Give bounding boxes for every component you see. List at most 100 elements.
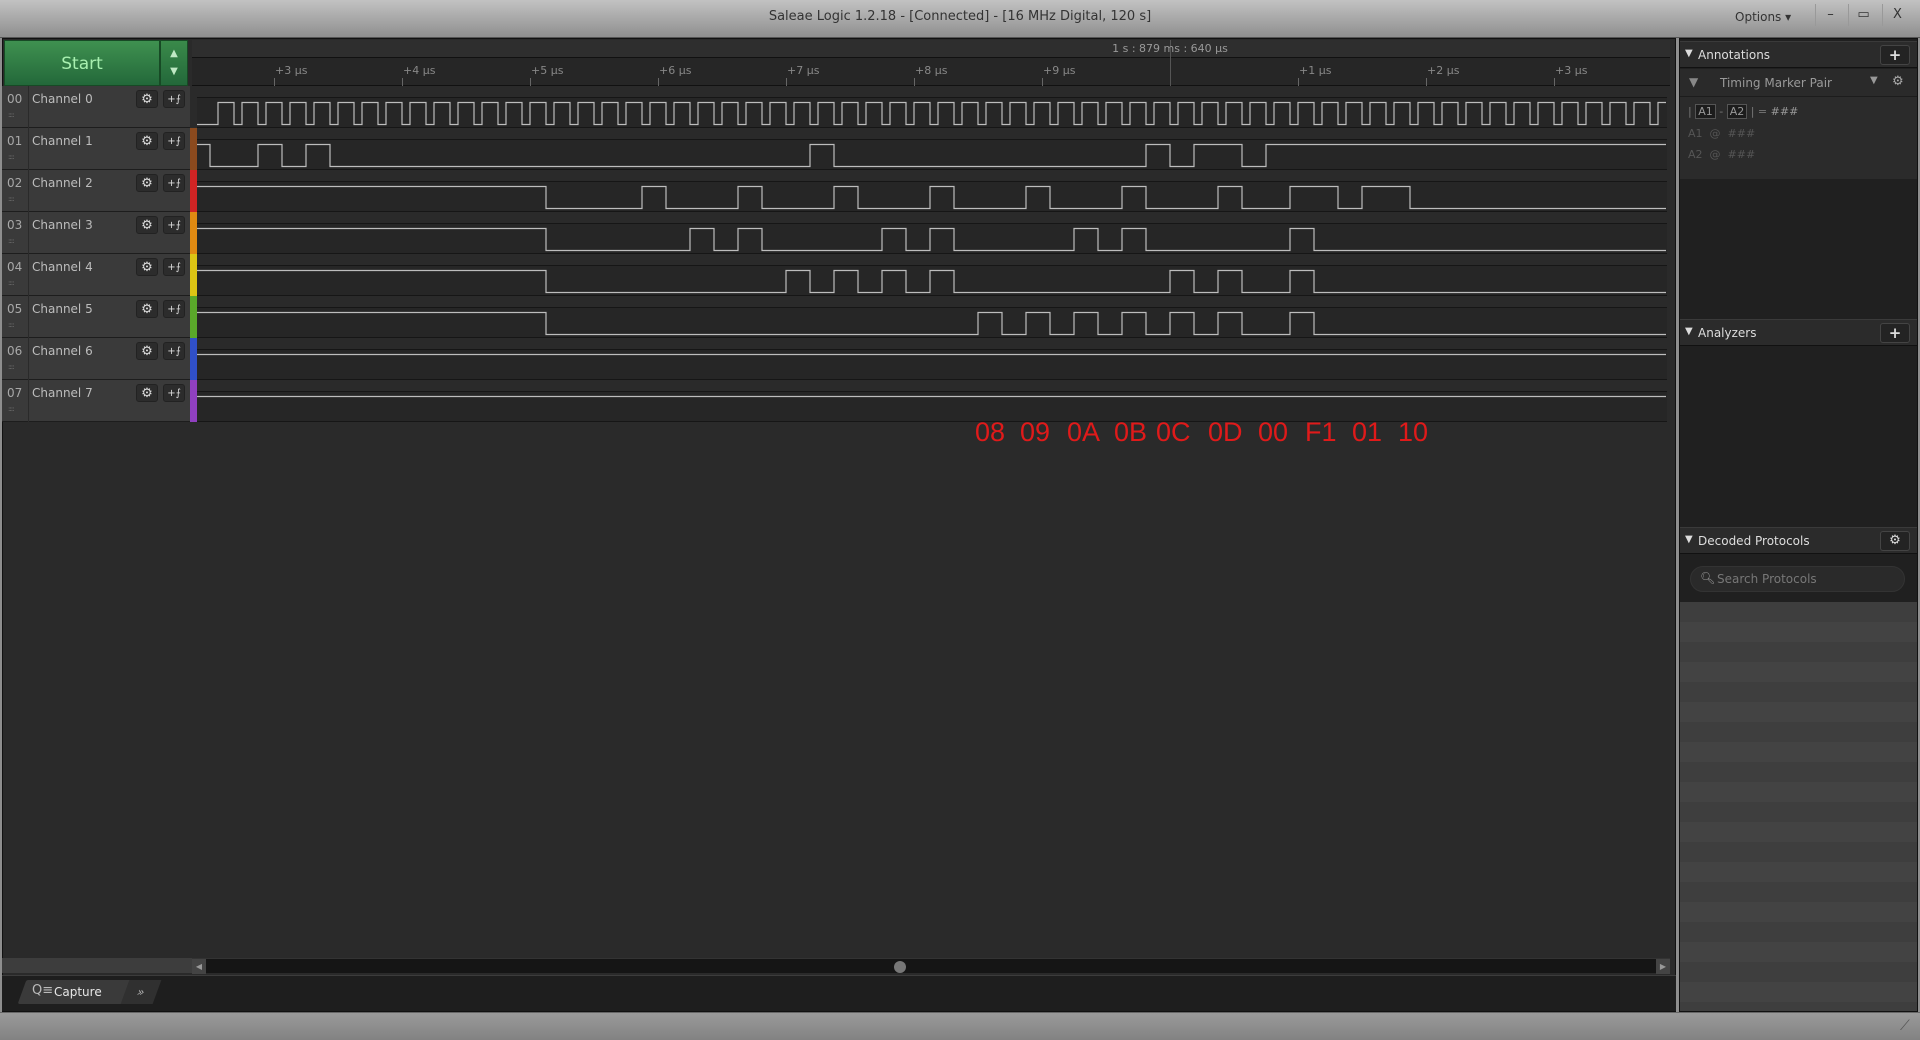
channel-number: 05	[7, 302, 23, 316]
annotations-header[interactable]: ▼ Annotations +	[1680, 41, 1917, 68]
marker-pin-icon[interactable]: ▼	[1689, 75, 1698, 89]
channel-name[interactable]: Channel 1	[32, 134, 93, 148]
byte-annotation: 09	[1020, 417, 1051, 447]
divider	[28, 380, 29, 422]
channel-settings-gear-icon[interactable]: ⚙	[136, 342, 158, 360]
trigger-edge-icon[interactable]: +⨍	[163, 258, 185, 276]
waveform-view[interactable]	[197, 86, 1667, 422]
trigger-edge-icon[interactable]: +⨍	[163, 132, 185, 150]
tick-label: +8 µs	[915, 64, 948, 77]
tick-label: +3 µs	[1555, 64, 1588, 77]
channel-name[interactable]: Channel 2	[32, 176, 93, 190]
channel-color-stripe	[190, 212, 197, 254]
waveform-row-band	[197, 254, 1667, 265]
tick-label: +5 µs	[531, 64, 564, 77]
drag-grip-icon[interactable]: ::::	[8, 195, 15, 203]
divider	[28, 254, 29, 296]
minimize-button[interactable]: –	[1815, 4, 1845, 26]
start-button[interactable]: Start	[4, 40, 160, 86]
resize-grip-icon[interactable]: ⟋	[1900, 1018, 1910, 1034]
channel-settings-gear-icon[interactable]: ⚙	[136, 90, 158, 108]
drag-grip-icon[interactable]: ::::	[8, 321, 15, 329]
drag-grip-icon[interactable]: ::::	[8, 237, 15, 245]
divider	[28, 128, 29, 170]
channel-settings-gear-icon[interactable]: ⚙	[136, 258, 158, 276]
channel-row-06[interactable]: 06 :::: Channel 6 ⚙ +⨍	[2, 338, 190, 380]
options-menu[interactable]: Options ▾	[1735, 10, 1791, 24]
capture-tab-label[interactable]: Capture	[54, 985, 102, 999]
channel-settings-gear-icon[interactable]: ⚙	[136, 132, 158, 150]
waveform-row-band	[197, 212, 1667, 223]
drag-grip-icon[interactable]: ::::	[8, 279, 15, 287]
trigger-edge-icon[interactable]: +⨍	[163, 216, 185, 234]
window-title: Saleae Logic 1.2.18 - [Connected] - [16 …	[768, 9, 1152, 24]
a1-box[interactable]: A1	[1695, 104, 1716, 119]
search-icon: 🔍︎	[1700, 571, 1716, 585]
channel-name[interactable]: Channel 0	[32, 92, 93, 106]
scroll-thumb[interactable]	[894, 961, 906, 973]
more-tabs-icon[interactable]: »	[120, 980, 162, 1004]
trigger-edge-icon[interactable]: +⨍	[163, 342, 185, 360]
analyzers-header[interactable]: ▼ Analyzers +	[1680, 319, 1917, 346]
tick-label: +6 µs	[659, 64, 692, 77]
arrow-up-icon[interactable]: ▲	[161, 45, 187, 63]
time-ruler[interactable]: +3 µs +4 µs +5 µs +6 µs +7 µs +8 µs +9 µs +1 µs…	[192, 40, 1670, 86]
tick-label: +1 µs	[1299, 64, 1332, 77]
channel-name[interactable]: Channel 5	[32, 302, 93, 316]
scroll-right-icon[interactable]: ▶	[1656, 959, 1670, 974]
gear-icon[interactable]: ⚙	[1880, 531, 1910, 551]
status-bar	[0, 1012, 1920, 1040]
channel-row-03[interactable]: 03 :::: Channel 3 ⚙ +⨍	[2, 212, 190, 254]
add-annotation-button[interactable]: +	[1880, 45, 1910, 65]
drag-grip-icon[interactable]: ::::	[8, 405, 15, 413]
channel-settings-gear-icon[interactable]: ⚙	[136, 216, 158, 234]
channel-row-05[interactable]: 05 :::: Channel 5 ⚙ +⨍	[2, 296, 190, 338]
byte-annotation: 0A	[1067, 417, 1101, 447]
add-analyzer-button[interactable]: +	[1880, 323, 1910, 343]
collapse-triangle-icon[interactable]: ▼	[1685, 326, 1693, 337]
dropdown-arrow-icon[interactable]: ▼	[1870, 75, 1878, 86]
collapse-triangle-icon[interactable]: ▼	[1685, 48, 1693, 59]
drag-grip-icon[interactable]: ::::	[8, 153, 15, 161]
channel-name[interactable]: Channel 6	[32, 344, 93, 358]
channel-number: 07	[7, 386, 23, 400]
diff-value: ###	[1770, 105, 1799, 118]
right-panel: ▼ Annotations + ▼ Timing Marker Pair ▼ ⚙…	[1679, 38, 1918, 1012]
drag-grip-icon[interactable]: ::::	[8, 111, 15, 119]
channel-row-02[interactable]: 02 :::: Channel 2 ⚙ +⨍	[2, 170, 190, 212]
trigger-edge-icon[interactable]: +⨍	[163, 174, 185, 192]
drag-grip-icon[interactable]: ::::	[8, 363, 15, 371]
channel-name[interactable]: Channel 4	[32, 260, 93, 274]
search-protocols-input[interactable]: 🔍︎ Search Protocols	[1690, 566, 1905, 592]
channel-number: 06	[7, 344, 23, 358]
channel-settings-gear-icon[interactable]: ⚙	[136, 174, 158, 192]
arrow-down-icon[interactable]: ▼	[161, 63, 187, 81]
trigger-edge-icon[interactable]: +⨍	[163, 300, 185, 318]
channel-name[interactable]: Channel 3	[32, 218, 93, 232]
horizontal-scrollbar[interactable]: ◀ ▶	[192, 958, 1670, 974]
a2-box[interactable]: A2	[1726, 104, 1748, 119]
tick-label: +4 µs	[403, 64, 436, 77]
trigger-edge-icon[interactable]: +⨍	[163, 90, 185, 108]
channel-row-01[interactable]: 01 :::: Channel 1 ⚙ +⨍	[2, 128, 190, 170]
channel-row-07[interactable]: 07 :::: Channel 7 ⚙ +⨍	[2, 380, 190, 422]
decoded-protocols-header[interactable]: ▼ Decoded Protocols ⚙	[1680, 527, 1917, 554]
tick-mark	[1554, 78, 1555, 86]
channel-row-04[interactable]: 04 :::: Channel 4 ⚙ +⨍	[2, 254, 190, 296]
start-options-arrows[interactable]: ▲ ▼	[160, 40, 188, 86]
channel-row-00[interactable]: 00 :::: Channel 0 ⚙ +⨍	[2, 86, 190, 128]
trigger-edge-icon[interactable]: +⨍	[163, 384, 185, 402]
gear-icon[interactable]: ⚙	[1892, 74, 1904, 89]
marker-time-label: 1 s : 879 ms : 640 µs	[1112, 42, 1228, 55]
collapse-triangle-icon[interactable]: ▼	[1685, 534, 1693, 545]
timing-marker-row[interactable]: ▼ Timing Marker Pair ▼ ⚙	[1680, 69, 1917, 97]
channel-settings-gear-icon[interactable]: ⚙	[136, 300, 158, 318]
channel-settings-gear-icon[interactable]: ⚙	[136, 384, 158, 402]
decoded-protocols-list[interactable]	[1680, 602, 1917, 1011]
close-button[interactable]: X	[1882, 4, 1912, 26]
restore-button[interactable]: ▭	[1848, 4, 1878, 26]
channel-name[interactable]: Channel 7	[32, 386, 93, 400]
channel-color-stripe	[190, 128, 197, 170]
waveform-row-band	[197, 380, 1667, 391]
scroll-left-icon[interactable]: ◀	[192, 959, 206, 974]
